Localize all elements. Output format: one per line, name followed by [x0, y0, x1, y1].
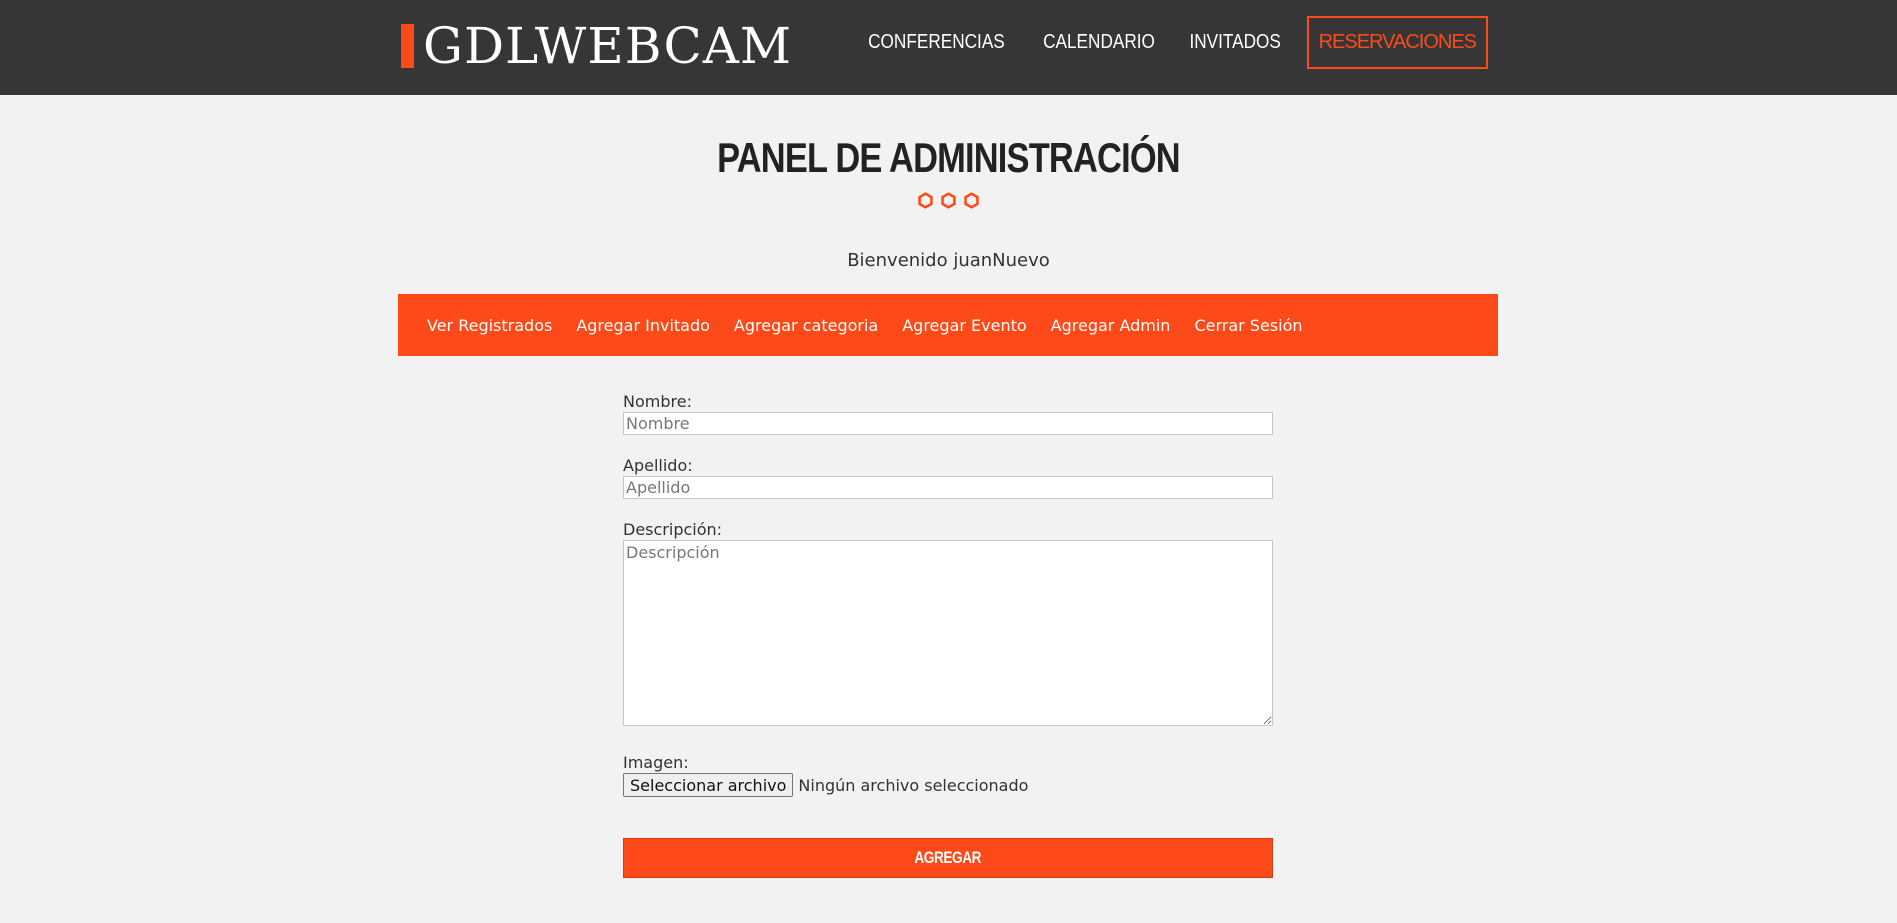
admin-link-cerrar-sesion[interactable]: Cerrar Sesión	[1194, 316, 1302, 335]
admin-link-ver-registrados[interactable]: Ver Registrados	[427, 316, 552, 335]
file-status: Ningún archivo seleccionado	[798, 775, 1029, 795]
admin-link-agregar-invitado[interactable]: Agregar Invitado	[576, 316, 710, 335]
agregar-button[interactable]: Agregar	[623, 838, 1273, 878]
admin-link-agregar-categoria[interactable]: Agregar categoria	[734, 316, 878, 335]
imagen-label: Imagen:	[623, 753, 689, 772]
site-logo[interactable]: GDLWEBCAM	[401, 18, 792, 74]
admin-nav: Ver Registrados Agregar Invitado Agregar…	[398, 294, 1498, 356]
nav-link-reservaciones[interactable]: Reservaciones	[1306, 16, 1488, 69]
admin-link-agregar-admin[interactable]: Agregar Admin	[1051, 316, 1171, 335]
apellido-label: Apellido:	[623, 456, 693, 475]
site-header: GDLWEBCAM Conferencias Calendario Invita…	[0, 0, 1897, 95]
descripcion-group: Descripción:	[623, 520, 1273, 726]
nav-link-invitados[interactable]: Invitados	[1186, 31, 1284, 54]
file-picker: Seleccionar archivo Ningún archivo selec…	[623, 773, 1028, 797]
hexagon-icon	[941, 192, 956, 209]
page-title: Panel de Administración	[717, 134, 1181, 181]
nav-link-calendario[interactable]: Calendario	[1040, 31, 1159, 54]
select-file-button[interactable]: Seleccionar archivo	[623, 773, 794, 797]
descripcion-textarea[interactable]	[623, 540, 1273, 726]
nombre-group: Nombre:	[623, 392, 1273, 435]
admin-link-agregar-evento[interactable]: Agregar Evento	[902, 316, 1026, 335]
apellido-input[interactable]	[623, 476, 1273, 499]
nombre-input[interactable]	[623, 412, 1273, 435]
title-decoration	[0, 192, 1897, 209]
logo-accent-bar	[401, 24, 414, 68]
hexagon-icon	[918, 192, 933, 209]
apellido-group: Apellido:	[623, 456, 1273, 499]
descripcion-label: Descripción:	[623, 520, 723, 539]
nav-link-conferencias[interactable]: Conferencias	[865, 31, 1009, 54]
welcome-message: Bienvenido juanNuevo	[847, 250, 1050, 271]
main-nav: Conferencias Calendario Invitados Reserv…	[843, 16, 1488, 69]
logo-text[interactable]: GDLWEBCAM	[423, 18, 792, 74]
agregar-button-label: Agregar	[914, 848, 982, 867]
nombre-label: Nombre:	[623, 392, 692, 411]
imagen-group: Imagen: Seleccionar archivo Ningún archi…	[623, 753, 1028, 797]
hexagon-icon	[964, 192, 979, 209]
